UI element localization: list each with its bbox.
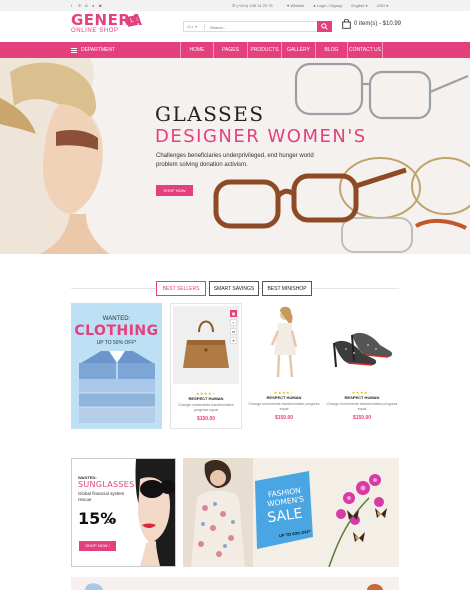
search-icon	[321, 23, 328, 30]
banner-title: SUNGLASSES	[78, 480, 135, 489]
instagram-icon[interactable]: ◘	[85, 3, 89, 8]
hero-title: GLASSES	[155, 102, 265, 126]
department-menu[interactable]: DEPARTMENT	[71, 42, 177, 58]
search-button[interactable]	[317, 21, 332, 32]
fashion-sale-banner[interactable]: FASHION WOMEN'S SALE UP TO 60% OFF*	[183, 458, 399, 567]
orchid-butterflies-image	[328, 474, 387, 567]
nav-item-home[interactable]: HOME	[180, 42, 213, 58]
product-price: $150.00	[352, 415, 372, 421]
product-name: RESPECT HUMAN	[188, 396, 224, 401]
banner-off: OFF	[106, 519, 116, 525]
add-to-cart-icon[interactable]: ▣	[230, 310, 237, 317]
search-bar: ALL ▾	[183, 21, 332, 32]
clothing-promo-banner[interactable]: WANTED: CLOTHING UP TO 50% OFF*	[71, 303, 162, 429]
compare-icon[interactable]: ⇄	[230, 328, 237, 335]
product-name: RESPECT HUMAN	[344, 395, 380, 400]
nav-item-pages[interactable]: PAGES	[213, 42, 247, 58]
tab-best-minishop[interactable]: BEST MINISHOP	[262, 281, 312, 296]
product-name: RESPECT HUMAN	[266, 395, 302, 400]
product-description: Change movements transformative progress…	[326, 402, 398, 411]
facebook-icon[interactable]: f	[71, 3, 75, 8]
product-image-heels	[328, 305, 394, 383]
top-bar: f ✆ ◘ ● ◙ ✆ (+404) 158 14 25 78 ♥ Wishli…	[0, 0, 470, 11]
language-select[interactable]: English ▾	[351, 3, 367, 8]
wishlist-heart-icon[interactable]: ♥	[230, 337, 237, 344]
hero-description: Challenges beneficiaries underprivileged…	[156, 153, 314, 168]
product-tabs: BEST SELLERS SMART SAVINGS BEST MINISHOP	[156, 281, 312, 296]
search-category-select[interactable]: ALL ▾	[187, 24, 205, 30]
phone-number: ✆ (+404) 158 14 25 78	[232, 3, 273, 8]
search-input[interactable]	[210, 23, 310, 31]
wishlist-link[interactable]: ♥ Wishlist	[287, 3, 304, 8]
currency-select[interactable]: USD ▾	[377, 3, 389, 8]
product-description: Change movements transformative progress…	[178, 403, 234, 412]
product-price: $150.00	[274, 415, 294, 421]
product-price: $150.00	[196, 416, 216, 422]
logo-badge: L	[126, 15, 138, 27]
bottom-banner-image	[85, 583, 383, 590]
next-banner-strip	[71, 577, 399, 590]
quick-view-icon[interactable]: ⌕	[230, 319, 237, 326]
product-card[interactable]: ▣ ⌕ ⇄ ♥ ★★★★☆ RESPECT HUMAN Change movem…	[170, 303, 242, 429]
product-description: Change movements transformative progress…	[248, 402, 320, 411]
promo-wanted: WANTED:	[102, 316, 131, 322]
hero-slider: GLASSES DESIGNER WOMEN'S Challenges bene…	[0, 58, 470, 254]
nav-item-blog[interactable]: BLOG	[315, 42, 347, 58]
login-link[interactable]: ● Login / Signup	[313, 3, 342, 8]
twitter-icon[interactable]: ✆	[78, 3, 82, 8]
shopping-bag-icon	[342, 19, 351, 29]
main-nav: DEPARTMENT HOME PAGES PRODUCTS GALLERY B…	[0, 42, 470, 58]
fashion-model-image	[183, 458, 253, 567]
product-card[interactable]: ★★★★☆ RESPECT HUMAN Change movements tra…	[248, 303, 320, 429]
sunglasses-model-image	[135, 459, 175, 566]
social-links: f ✆ ◘ ● ◙	[71, 3, 103, 8]
product-image-dress	[250, 305, 316, 383]
phone-icon: ✆	[232, 3, 236, 8]
promo-offer: UP TO 50% OFF*	[96, 340, 137, 346]
nav-item-products[interactable]: PRODUCTS	[247, 42, 281, 58]
hero-shop-now-button[interactable]: SHOP NOW	[156, 185, 193, 196]
hero-subtitle: DESIGNER WOMEN'S	[155, 126, 367, 147]
hero-model-image	[0, 58, 110, 254]
folded-shirts-image	[79, 351, 155, 423]
menu-icon	[71, 47, 77, 53]
tab-smart-savings[interactable]: SMART SAVINGS	[209, 281, 259, 296]
banner-text: Global financial system rescue	[78, 491, 125, 502]
product-actions: ▣ ⌕ ⇄ ♥	[230, 310, 237, 344]
nav-item-gallery[interactable]: GALLERY	[281, 42, 315, 58]
site-logo[interactable]: GENERA L ONLINE SHOP	[71, 13, 143, 35]
nav-item-contact[interactable]: CONTACT US	[347, 42, 383, 58]
product-card[interactable]: ★★★★☆ RESPECT HUMAN Change movements tra…	[326, 303, 398, 429]
nav-menu: HOME PAGES PRODUCTS GALLERY BLOG CONTACT…	[180, 42, 383, 58]
cart-summary[interactable]: 0 item(s) - $10.99	[342, 19, 401, 29]
user-icon: ●	[313, 3, 316, 8]
google-icon[interactable]: ◙	[99, 3, 103, 8]
tab-best-sellers[interactable]: BEST SELLERS	[156, 281, 206, 296]
heart-icon: ♥	[287, 3, 290, 8]
top-bar-right: ♥ Wishlist ● Login / Signup English ▾ US…	[287, 3, 388, 8]
pinterest-icon[interactable]: ●	[92, 3, 96, 8]
sunglasses-banner[interactable]: WANTED: SUNGLASSES Global financial syst…	[71, 458, 176, 567]
promo-title: CLOTHING	[74, 323, 159, 339]
sunglasses-shop-now-button[interactable]: SHOP NOW !	[79, 541, 116, 551]
